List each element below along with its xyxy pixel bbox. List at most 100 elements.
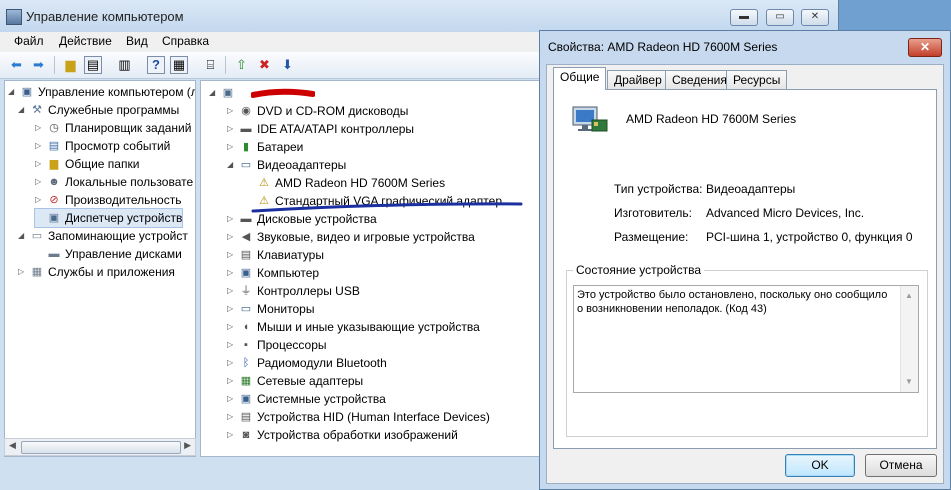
- clock-icon: ◷: [49, 122, 59, 134]
- device-category[interactable]: ▷ ▮ Батареи: [227, 138, 303, 156]
- disable-device-icon[interactable]: ✖: [256, 56, 273, 73]
- tree-item[interactable]: ▬ Управление дисками: [35, 245, 182, 263]
- cancel-button[interactable]: Отмена: [865, 454, 937, 477]
- close-button[interactable]: ✕: [801, 9, 829, 26]
- device-category[interactable]: ▷ ᛒ Радиомодули Bluetooth: [227, 354, 387, 372]
- device-category[interactable]: ▷ ▪ Процессоры: [227, 336, 327, 354]
- processor-icon: ▪: [244, 339, 248, 351]
- scroll-right-icon[interactable]: ▶: [184, 440, 191, 451]
- device-category[interactable]: ▷ ▣ Компьютер: [227, 264, 319, 282]
- keyboard-icon: ▤: [240, 249, 252, 261]
- device-status-textbox[interactable]: Это устройство было остановлено, посколь…: [573, 285, 919, 393]
- battery-icon: ▮: [242, 141, 250, 153]
- hid-icon: ▤: [240, 411, 252, 423]
- help-icon[interactable]: ?: [147, 56, 165, 74]
- device-category[interactable]: ▷ ▤ Устройства HID (Human Interface Device…: [227, 408, 490, 426]
- menu-view[interactable]: Вид: [126, 34, 148, 48]
- dialog-close-button[interactable]: ✕: [908, 38, 942, 57]
- view-icon[interactable]: ▦: [170, 56, 188, 74]
- device-name: AMD Radeon HD 7600M Series: [626, 112, 797, 126]
- speaker-icon: ◀: [241, 231, 251, 243]
- device-category[interactable]: ▷ ◀ Звуковые, видео и игровые устройства: [227, 228, 475, 246]
- device-status-group: Состояние устройства Это устройство было…: [566, 263, 928, 437]
- horizontal-scrollbar[interactable]: ◀ ▶: [4, 438, 196, 456]
- computer-management-icon: [6, 9, 22, 25]
- tree-item[interactable]: ◢ ⚒ Служебные программы: [18, 101, 179, 119]
- device-category[interactable]: ▷ ▦ Сетевые адаптеры: [227, 372, 363, 390]
- up-folder-icon[interactable]: ▆: [62, 56, 79, 73]
- update-driver-icon[interactable]: ⇧: [233, 56, 250, 73]
- tree-item[interactable]: ▷ ▦ Службы и приложения: [18, 263, 175, 281]
- tree-item[interactable]: ◢ ▭ Запоминающие устройст: [18, 227, 188, 245]
- dialog-body: Общие Драйвер Сведения Ресурсы AMD Radeo…: [546, 64, 944, 484]
- device-root[interactable]: ◢ ▣: [209, 84, 239, 102]
- display-adapter-icon: [572, 106, 608, 132]
- properties-dialog: Свойства: AMD Radeon HD 7600M Series ✕ О…: [539, 30, 951, 490]
- forward-icon[interactable]: ➡: [30, 56, 47, 73]
- menu-file[interactable]: Файл: [14, 34, 44, 48]
- scan-hardware-icon[interactable]: ⌸: [202, 56, 219, 73]
- tools-icon: ⚒: [32, 104, 42, 116]
- menu-help[interactable]: Справка: [162, 34, 209, 48]
- performance-icon: ⊘: [49, 194, 59, 206]
- tab-details[interactable]: Сведения: [665, 70, 734, 89]
- show-hide-tree-icon[interactable]: ▤: [84, 56, 102, 74]
- system-icon: ▣: [240, 393, 252, 405]
- device-category[interactable]: ▷ ▣ Системные устройства: [227, 390, 386, 408]
- tree-item[interactable]: ▷ ◷ Планировщик заданий: [35, 119, 191, 137]
- event-viewer-icon: ▤: [48, 140, 60, 152]
- tree-item[interactable]: ▷ ▆ Общие папки: [35, 155, 139, 173]
- uninstall-device-icon[interactable]: ⬇: [279, 56, 296, 73]
- device-category[interactable]: ▷ ◖ Мыши и иные указывающие устройства: [227, 318, 480, 336]
- tree-item-device-manager[interactable]: ▣ Диспетчер устройств: [33, 208, 184, 228]
- location-label: Размещение:: [614, 230, 689, 244]
- usb-icon: ⏚: [240, 285, 252, 297]
- tab-driver[interactable]: Драйвер: [607, 70, 669, 89]
- location-value: PCI-шина 1, устройство 0, функция 0: [706, 230, 913, 244]
- device-type-value: Видеоадаптеры: [706, 182, 796, 196]
- tree-item[interactable]: ◢ ▣ Управление компьютером (л: [8, 83, 195, 101]
- menu-action[interactable]: Действие: [59, 34, 112, 48]
- console-tree[interactable]: ◢ ▣ Управление компьютером (л ◢ ⚒ Служебные …: [4, 80, 196, 457]
- device-category[interactable]: ▷ ▬ IDE ATA/ATAPI контроллеры: [227, 120, 414, 138]
- computer-icon: ▣: [222, 87, 234, 99]
- main-titlebar[interactable]: Управление компьютером ▬ ▭ ✕: [0, 0, 838, 32]
- properties-icon[interactable]: ▥: [116, 56, 133, 73]
- scroll-down-icon[interactable]: ▼: [905, 375, 913, 389]
- scroll-left-icon[interactable]: ◀: [9, 440, 16, 451]
- red-redaction-mark: [251, 88, 315, 98]
- device-amd-radeon[interactable]: ⚠ AMD Radeon HD 7600M Series: [245, 174, 445, 192]
- device-status-text: Это устройство было остановлено, посколь…: [577, 289, 888, 315]
- tab-general[interactable]: Общие: [553, 67, 607, 90]
- ok-button[interactable]: OK: [785, 454, 855, 477]
- device-status-label: Состояние устройства: [573, 263, 705, 277]
- device-category[interactable]: ▷ ▤ Клавиатуры: [227, 246, 324, 264]
- status-scrollbar[interactable]: ▲ ▼: [900, 286, 918, 392]
- scroll-up-icon[interactable]: ▲: [905, 289, 913, 303]
- device-category[interactable]: ▷ ▬ Дисковые устройства: [227, 210, 377, 228]
- maximize-button[interactable]: ▭: [766, 9, 794, 26]
- monitor-icon: ▭: [240, 303, 252, 315]
- tree-item[interactable]: ▷ ⊘ Производительность: [35, 191, 181, 209]
- warning-display-icon: ⚠: [259, 177, 269, 189]
- manufacturer-value: Advanced Micro Devices, Inc.: [706, 206, 865, 220]
- device-category[interactable]: ▷ ▭ Мониторы: [227, 300, 314, 318]
- services-icon: ▦: [31, 266, 43, 278]
- tree-item[interactable]: ▷ ▤ Просмотр событий: [35, 137, 170, 155]
- users-icon: ☻: [48, 176, 60, 188]
- mouse-icon: ◖: [242, 321, 250, 333]
- back-icon[interactable]: ⬅: [8, 56, 25, 73]
- scrollbar-thumb[interactable]: [21, 441, 181, 454]
- drive-icon: ▬: [240, 213, 252, 225]
- device-category-display-adapters[interactable]: ◢ ▭ Видеоадаптеры: [227, 156, 346, 174]
- minimize-button[interactable]: ▬: [730, 9, 758, 26]
- device-type-label: Тип устройства:: [614, 182, 703, 196]
- device-category[interactable]: ▷ ⏚ Контроллеры USB: [227, 282, 360, 300]
- computer-icon: ▣: [240, 267, 252, 279]
- tab-resources[interactable]: Ресурсы: [726, 70, 788, 89]
- computer-management-icon: ▣: [21, 86, 33, 98]
- tree-item[interactable]: ▷ ☻ Локальные пользовате: [35, 173, 193, 191]
- general-tab-panel: AMD Radeon HD 7600M Series Тип устройств…: [553, 89, 937, 449]
- device-category[interactable]: ▷ ◉ DVD и CD-ROM дисководы: [227, 102, 408, 120]
- device-category[interactable]: ▷ ◙ Устройства обработки изображений: [227, 426, 458, 444]
